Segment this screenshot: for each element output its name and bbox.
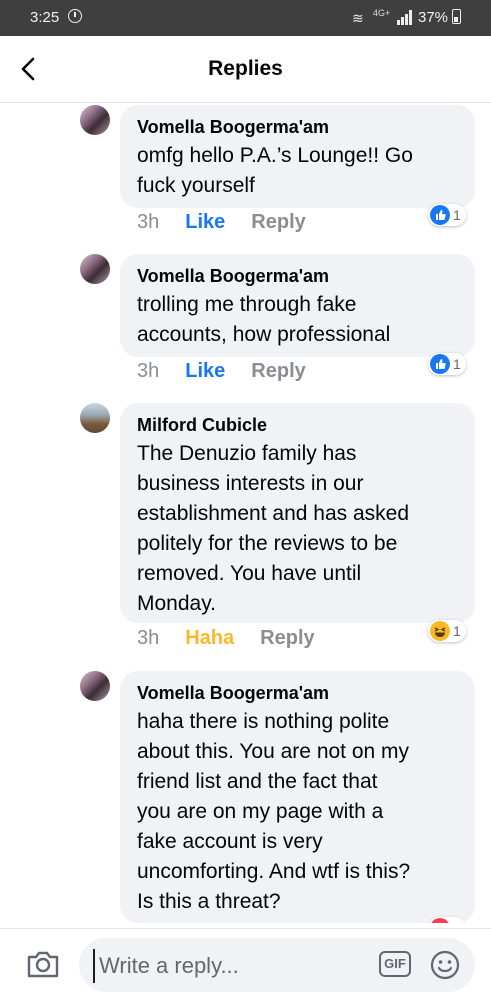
reaction-count: 1: [453, 623, 461, 639]
comment-text: The Denuzio family has business interest…: [137, 442, 410, 615]
reaction-summary[interactable]: 1: [428, 204, 466, 226]
reply-button[interactable]: Reply: [251, 360, 305, 383]
replies-sheet: Replies Vomella Boogerma'am omfg hello P…: [0, 36, 491, 1000]
page-title: Replies: [208, 57, 283, 80]
reaction-count: 1: [453, 207, 461, 223]
comment-text: haha there is nothing polite about this.…: [137, 710, 411, 913]
like-icon: [430, 354, 450, 374]
avatar[interactable]: [80, 403, 110, 433]
avatar[interactable]: [80, 671, 110, 701]
comment-actions: 3h Like Reply: [137, 360, 306, 383]
status-time: 3:25: [30, 9, 60, 26]
header: Replies: [0, 36, 491, 103]
battery-icon: [452, 9, 461, 24]
reply-composer: GIF: [79, 938, 475, 992]
comment-bubble[interactable]: Vomella Boogerma'am haha there is nothin…: [120, 671, 475, 923]
comment-actions: 3h Like Reply: [137, 211, 306, 234]
camera-icon: [27, 951, 59, 978]
smiley-icon: [430, 950, 460, 980]
haha-button[interactable]: Haha: [185, 627, 234, 650]
comment-time: 3h: [137, 211, 160, 233]
battery-percent: 37%: [418, 9, 449, 26]
reply-bar: GIF: [0, 928, 491, 1001]
wifi-icon: ≋: [352, 10, 364, 26]
gif-button[interactable]: GIF: [379, 951, 411, 977]
alarm-icon: [68, 9, 82, 23]
network-type: 4G+: [373, 8, 391, 18]
love-icon: [430, 918, 450, 923]
haha-icon: [430, 621, 450, 641]
like-button[interactable]: Like: [185, 211, 225, 234]
avatar[interactable]: [80, 254, 110, 284]
comment-bubble[interactable]: Vomella Boogerma'am omfg hello P.A.’s Lo…: [120, 105, 475, 208]
comment-author[interactable]: Vomella Boogerma'am: [137, 115, 459, 139]
comment-bubble[interactable]: Milford Cubicle The Denuzio family has b…: [120, 403, 475, 623]
reply-button[interactable]: Reply: [260, 627, 314, 650]
reply-button[interactable]: Reply: [251, 211, 305, 234]
reply-input[interactable]: [93, 949, 361, 983]
reaction-summary[interactable]: 1: [428, 353, 466, 375]
comment-actions: 3h Haha Reply: [137, 627, 315, 650]
comment-author[interactable]: Milford Cubicle: [137, 413, 459, 437]
reaction-count: 1: [453, 356, 461, 372]
comment-author[interactable]: Vomella Boogerma'am: [137, 681, 459, 705]
signal-icon: [397, 9, 415, 25]
comment-text: trolling me through fake accounts, how p…: [137, 293, 391, 346]
comment-time: 3h: [137, 627, 160, 649]
comment-text: omfg hello P.A.’s Lounge!! Go fuck yours…: [137, 144, 413, 197]
reaction-count: 1: [453, 920, 461, 923]
comment-author[interactable]: Vomella Boogerma'am: [137, 264, 459, 288]
reaction-summary[interactable]: 1: [428, 620, 466, 642]
camera-button[interactable]: [26, 949, 60, 979]
comment-bubble[interactable]: Vomella Boogerma'am trolling me through …: [120, 254, 475, 357]
avatar[interactable]: [80, 105, 110, 135]
reply-thread[interactable]: Vomella Boogerma'am omfg hello P.A.’s Lo…: [0, 103, 491, 923]
reaction-summary[interactable]: 1: [428, 917, 466, 923]
emoji-button[interactable]: [429, 949, 461, 981]
status-bar: 3:25 ≋ 4G+ 37%: [0, 0, 491, 36]
like-button[interactable]: Like: [185, 360, 225, 383]
comment-time: 3h: [137, 360, 160, 382]
like-icon: [430, 205, 450, 225]
